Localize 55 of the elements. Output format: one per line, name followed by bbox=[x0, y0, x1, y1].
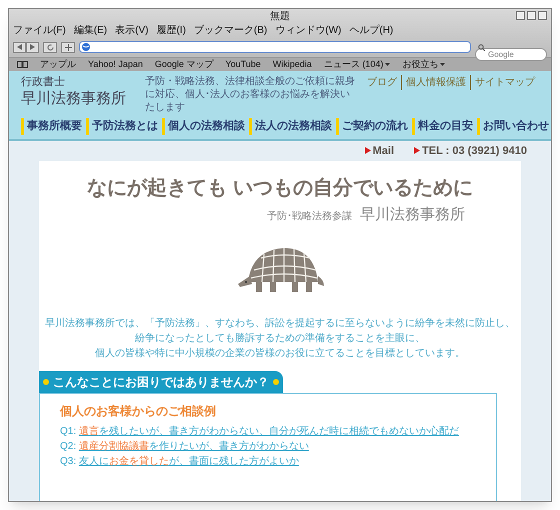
arrow-icon bbox=[414, 147, 420, 154]
forward-button[interactable] bbox=[26, 42, 39, 52]
menu-item[interactable]: 編集(E) bbox=[74, 22, 108, 38]
back-button[interactable] bbox=[13, 42, 26, 52]
reload-icon bbox=[46, 44, 54, 50]
add-button[interactable] bbox=[61, 42, 75, 52]
dropdown-caret-icon bbox=[440, 63, 446, 66]
search-icon bbox=[478, 44, 485, 50]
bookmark-item[interactable]: Wikipedia bbox=[272, 58, 312, 72]
header-link[interactable]: 個人情報保護 bbox=[401, 75, 470, 90]
bookmark-item[interactable]: Yahoo! Japan bbox=[88, 58, 143, 72]
section-heading-text: こんなことにお困りではありませんか？ bbox=[53, 374, 269, 390]
menu-item[interactable]: ブックマーク(B) bbox=[194, 22, 268, 38]
plus-icon bbox=[64, 44, 72, 50]
bookmark-item[interactable]: ニュース (104) bbox=[324, 58, 390, 72]
intro-text: 紛争になったとしても勝訴するための準備をすることを主眼に、 bbox=[135, 332, 425, 346]
nav-link[interactable]: ご契約の流れ bbox=[336, 118, 412, 134]
globe-icon bbox=[82, 43, 90, 51]
nav-link[interactable]: 予防法務とは bbox=[86, 118, 162, 134]
contact-link[interactable]: Mail bbox=[364, 142, 394, 159]
menu-item[interactable]: ヘルプ(H) bbox=[349, 22, 394, 38]
hero-name: 早川法務事務所 bbox=[360, 204, 465, 225]
header-link[interactable]: サイトマップ bbox=[470, 75, 539, 90]
dropdown-caret-icon bbox=[385, 63, 390, 66]
hero-label: 予防･戦略法務参謀 bbox=[267, 210, 352, 224]
intro-text: 早川法務事務所では、「予防法務」、すなわち、訴訟を提起するに至らないように紛争を未然に防止し、 bbox=[45, 316, 515, 330]
address-field[interactable] bbox=[79, 41, 471, 53]
nav-link[interactable]: 事務所概要 bbox=[21, 118, 86, 134]
logo-text: 早川法務事務所 bbox=[21, 88, 127, 108]
arrow-icon bbox=[364, 147, 371, 154]
book-icon[interactable] bbox=[17, 61, 28, 68]
menu-item[interactable]: ファイル(F) bbox=[13, 22, 66, 38]
contact-link[interactable]: TEL : 03 (3921) 9410 bbox=[414, 142, 527, 159]
back-icon bbox=[17, 44, 22, 50]
menu-item[interactable]: 表示(V) bbox=[115, 22, 148, 38]
window-title: 無題 bbox=[270, 10, 290, 24]
nav-link[interactable]: 個人の法務相談 bbox=[162, 118, 249, 134]
nav-link[interactable]: 法人の法務相談 bbox=[249, 118, 336, 134]
intro-text: 個人の皆様や特に中小規模の企業の皆様のお役に立てることを目標としています。 bbox=[95, 346, 465, 360]
forward-icon bbox=[30, 44, 35, 50]
bookmark-item[interactable]: Google マップ bbox=[154, 58, 214, 72]
site-tagline: 予防・戦略法務、法律相談全般のご依頼に親身に対応、個人･法人のお客様のお悩みを解決いたします bbox=[145, 75, 355, 114]
bookmark-item[interactable]: YouTube bbox=[225, 58, 261, 72]
reload-button[interactable] bbox=[43, 42, 57, 52]
search-field[interactable]: Google bbox=[475, 48, 547, 60]
bookmark-item[interactable]: お役立ち bbox=[402, 58, 446, 72]
nav-link[interactable]: お問い合わせ bbox=[477, 118, 551, 134]
section-title: 個人のお客様からのご相談例 bbox=[60, 402, 217, 420]
header-link[interactable]: ブログ bbox=[363, 75, 401, 90]
nav-link[interactable]: 料金の目安 bbox=[412, 118, 477, 134]
logo-subtitle: 行政書士 bbox=[21, 75, 66, 89]
menu-item[interactable]: ウィンドウ(W) bbox=[275, 22, 342, 38]
menu-item[interactable]: 履歴(I) bbox=[156, 22, 186, 38]
hero-headline: なにが起きても いつもの自分でいるために bbox=[87, 176, 473, 201]
bookmark-item[interactable]: アップル bbox=[40, 58, 76, 72]
